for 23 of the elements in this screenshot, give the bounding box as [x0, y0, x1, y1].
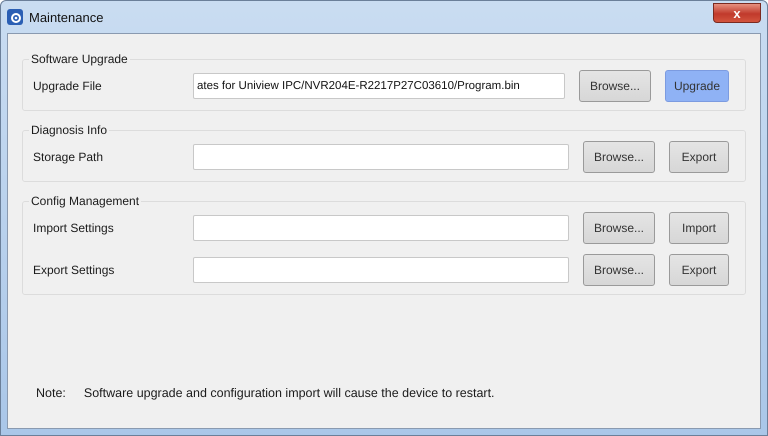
path-field[interactable] — [193, 144, 569, 170]
field-label: Import Settings — [33, 221, 115, 235]
path-field[interactable] — [193, 215, 569, 241]
note-text: Software upgrade and configuration import will cause the device to restart. — [84, 386, 495, 400]
action-button[interactable]: Export — [669, 141, 729, 173]
field-label: Storage Path — [33, 150, 104, 164]
group-title: Diagnosis Info — [30, 123, 108, 137]
group-title: Config Management — [30, 194, 140, 208]
field-label: Upgrade File — [33, 79, 103, 93]
action-button[interactable]: Export — [669, 254, 729, 286]
note-label: Note: — [36, 386, 66, 400]
path-field[interactable] — [193, 257, 569, 283]
group-title: Software Upgrade — [30, 52, 129, 66]
action-button[interactable]: Upgrade — [664, 70, 729, 102]
close-button[interactable]: x — [713, 3, 761, 23]
action-button[interactable]: Import — [669, 212, 729, 244]
window-title: Maintenance — [29, 10, 104, 24]
browse-button[interactable]: Browse... — [583, 212, 655, 244]
browse-button[interactable]: Browse... — [578, 70, 651, 102]
browse-button[interactable]: Browse... — [583, 141, 655, 173]
field-label: Export Settings — [33, 263, 116, 277]
path-field[interactable]: ates for Uniview IPC/NVR204E-R2217P27C03610/Program.bin — [193, 73, 565, 99]
browse-button[interactable]: Browse... — [583, 254, 655, 286]
